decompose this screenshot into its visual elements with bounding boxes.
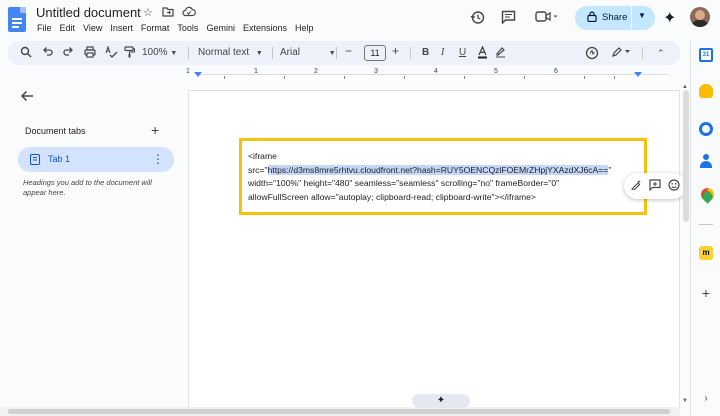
add-tab-icon[interactable]: + xyxy=(151,122,159,138)
document-body[interactable]: <iframe src="https://d3ms8mre5rhtvu.clou… xyxy=(248,150,643,204)
ruler: 1 1 2 3 4 5 6 xyxy=(186,68,680,82)
menu-help[interactable]: Help xyxy=(295,23,314,33)
lock-icon xyxy=(587,11,597,25)
print-icon[interactable] xyxy=(84,46,96,63)
scroll-down-icon[interactable]: ▼ xyxy=(682,398,688,404)
zoom-value: 100% xyxy=(142,47,168,58)
move-folder-icon[interactable] xyxy=(162,6,174,21)
increase-font-size-icon[interactable]: + xyxy=(392,44,399,58)
menu-insert[interactable]: Insert xyxy=(110,23,133,33)
star-icon[interactable]: ☆ xyxy=(143,6,153,20)
selected-url[interactable]: https://d3ms8mre5rhtvu.cloudfront.net?ha… xyxy=(267,164,609,175)
chevron-down-icon[interactable]: ▼ xyxy=(638,11,646,20)
tabs-hint: Headings you add to the document will ap… xyxy=(23,178,152,197)
italic-button[interactable]: I xyxy=(441,46,444,60)
paint-format-icon[interactable] xyxy=(124,46,136,63)
menu-view[interactable]: View xyxy=(83,23,102,33)
highlight-icon[interactable] xyxy=(495,46,506,63)
text-color-icon[interactable] xyxy=(477,45,488,64)
maps-icon[interactable] xyxy=(699,188,713,202)
floating-actions xyxy=(624,173,686,199)
hide-menus-icon[interactable]: ⌃ xyxy=(657,46,665,60)
ruler-number: 1 xyxy=(186,68,190,75)
gemini-button[interactable]: ✦ xyxy=(412,394,470,408)
paragraph-style-select[interactable]: Normal text ▼ xyxy=(198,46,263,61)
history-icon[interactable] xyxy=(470,10,485,29)
cloud-status-icon[interactable] xyxy=(182,6,196,21)
ruler-number: 5 xyxy=(494,68,498,75)
share-label: Share xyxy=(602,12,628,23)
menu-format[interactable]: Format xyxy=(141,23,170,33)
title-bar: Untitled document ☆ File Edit View Inser… xyxy=(0,0,720,40)
menu-bar: File Edit View Insert Format Tools Gemin… xyxy=(37,23,314,33)
edit-mode-icon[interactable] xyxy=(585,46,599,65)
kebab-icon[interactable]: ⋮ xyxy=(152,152,164,166)
menu-gemini[interactable]: Gemini xyxy=(206,23,235,33)
avatar[interactable] xyxy=(690,7,710,27)
font-select[interactable]: Arial ▼ xyxy=(280,46,336,61)
vertical-scrollbar[interactable]: ▲ ▼ xyxy=(682,84,690,412)
scroll-thumb[interactable] xyxy=(683,90,689,222)
font-value: Arial xyxy=(280,47,301,58)
gemini-star-icon[interactable]: ✦ xyxy=(663,8,676,28)
tab-label: Tab 1 xyxy=(48,154,71,164)
menu-extensions[interactable]: Extensions xyxy=(243,23,287,33)
ruler-number: 3 xyxy=(374,68,378,75)
get-add-ons-icon[interactable]: + xyxy=(699,286,713,300)
document-tabs-heading: Document tabs xyxy=(25,126,86,136)
gemini-star-icon: ✦ xyxy=(436,395,446,406)
menu-edit[interactable]: Edit xyxy=(60,23,76,33)
scroll-thumb[interactable] xyxy=(8,409,670,414)
text-line: width="100%" height="480" seamless="seam… xyxy=(248,178,560,188)
side-panel: 31 m + › xyxy=(690,40,720,416)
ruler-number: 4 xyxy=(434,68,438,75)
add-comment-icon[interactable] xyxy=(649,179,661,196)
document-icon xyxy=(30,154,40,165)
menu-tools[interactable]: Tools xyxy=(177,23,198,33)
undo-icon[interactable] xyxy=(42,46,53,62)
docs-logo-icon[interactable] xyxy=(8,7,26,32)
calendar-icon[interactable]: 31 xyxy=(699,48,713,62)
decrease-font-size-icon[interactable]: − xyxy=(345,44,352,58)
text-line: src="https://d3ms8mre5rhtvu.cloudfront.n… xyxy=(248,164,612,175)
video-call-icon[interactable] xyxy=(535,10,559,27)
font-size-input[interactable]: 11 xyxy=(364,45,386,61)
ruler-number: 2 xyxy=(314,68,318,75)
keep-icon[interactable] xyxy=(699,84,713,98)
tab-1[interactable]: Tab 1 ⋮ xyxy=(18,147,174,172)
menu-file[interactable]: File xyxy=(37,23,52,33)
right-indent-marker[interactable] xyxy=(634,72,642,77)
ruler-number: 1 xyxy=(254,68,258,75)
hide-side-panel-icon[interactable]: › xyxy=(699,392,713,406)
ruler-number: 6 xyxy=(554,68,558,75)
paragraph-style-value: Normal text xyxy=(198,47,250,58)
zoom-select[interactable]: 100% ▼ xyxy=(142,46,177,61)
search-icon[interactable] xyxy=(20,46,32,63)
redo-icon[interactable] xyxy=(63,46,74,62)
spellcheck-icon[interactable] xyxy=(105,45,118,63)
tasks-icon[interactable] xyxy=(699,122,713,136)
bold-button[interactable]: B xyxy=(422,46,429,60)
text-line: <iframe xyxy=(248,151,277,161)
left-indent-marker[interactable] xyxy=(194,72,202,77)
horizontal-scrollbar[interactable] xyxy=(0,407,680,416)
back-arrow-icon[interactable] xyxy=(20,89,34,106)
contacts-icon[interactable] xyxy=(699,154,713,168)
text-line: allowFullScreen allow="autoplay; clipboa… xyxy=(248,191,536,202)
editing-mode-select[interactable] xyxy=(611,46,633,63)
comment-icon[interactable] xyxy=(501,10,516,28)
miro-icon[interactable]: m xyxy=(699,246,713,260)
formatting-toolbar: 100% ▼ Normal text ▼ Arial ▼ − 11 + B I … xyxy=(8,41,680,65)
underline-button[interactable]: U xyxy=(459,46,466,60)
share-button[interactable]: Share ▼ xyxy=(575,6,655,30)
emoji-reaction-icon[interactable] xyxy=(668,179,680,196)
document-title[interactable]: Untitled document xyxy=(36,5,141,20)
help-me-write-icon[interactable] xyxy=(631,179,642,195)
